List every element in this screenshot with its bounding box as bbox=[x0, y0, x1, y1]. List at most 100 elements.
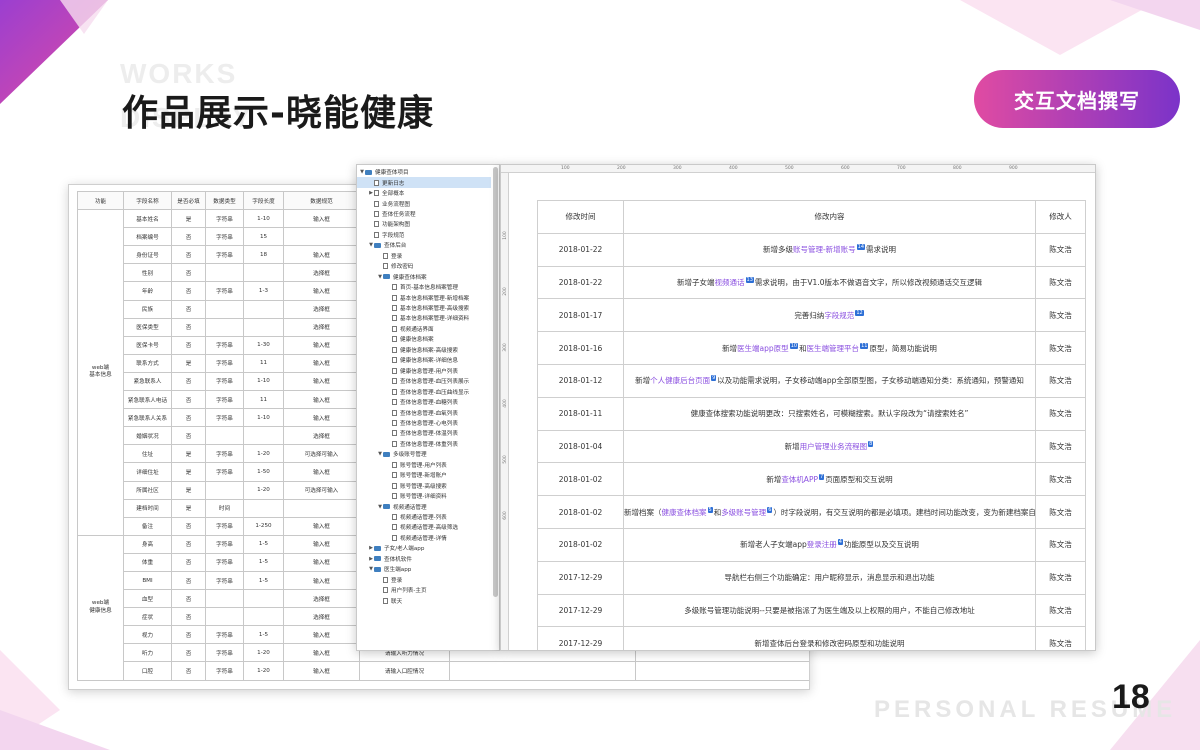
tree-node[interactable]: 功能架构图 bbox=[357, 219, 491, 229]
changelog-link[interactable]: 用户管理业务流程图 bbox=[800, 442, 868, 451]
tree-node[interactable]: ▶ 子女/老人端app bbox=[357, 543, 491, 553]
tree-node[interactable]: 健康信息档案-高级搜索 bbox=[357, 345, 491, 355]
changelog-link[interactable]: 医生端管理平台 bbox=[807, 344, 860, 353]
page-icon bbox=[374, 210, 379, 217]
changelog-link[interactable]: 字段规范 bbox=[824, 311, 854, 320]
tree-node-label: 业务流程图 bbox=[382, 201, 410, 208]
tree-node[interactable]: 更新日志 bbox=[357, 177, 491, 188]
tree-node[interactable]: ▼ 多级账号管理 bbox=[357, 449, 491, 459]
tree-node[interactable]: 基本信息档案管理-新增档案 bbox=[357, 292, 491, 302]
field-spec-cell: 输入框 bbox=[283, 335, 360, 355]
field-spec-cell: 否 bbox=[171, 245, 206, 265]
page-icon bbox=[392, 367, 397, 374]
changelog-date: 2018-01-17 bbox=[537, 298, 624, 333]
footnote-badge: 8 bbox=[868, 440, 874, 447]
field-spec-cell: 年龄 bbox=[123, 281, 172, 301]
page-icon bbox=[392, 482, 397, 489]
tree-node[interactable]: 字段规范 bbox=[357, 230, 491, 240]
tree-node-label: 账号管理-用户列表 bbox=[400, 462, 447, 469]
field-spec-group-label: web端 健康信息 bbox=[77, 534, 124, 681]
changelog-date: 2018-01-12 bbox=[537, 363, 624, 398]
tree-node[interactable]: 查体任务流程 bbox=[357, 209, 491, 219]
tree-node[interactable]: 登录 bbox=[357, 575, 491, 585]
tree-node-label: 查体信息管理-心电列表 bbox=[400, 420, 458, 427]
field-spec-cell: 字符串 bbox=[205, 534, 244, 554]
changelog-text: 新增查体后台登录和修改密码原型和功能说明 bbox=[754, 638, 905, 648]
slide: WORKS DISPLAY 作品展示-晓能健康 交互文档撰写 功能 字段名称 是否必… bbox=[0, 0, 1200, 750]
changelog-link[interactable]: 多级账号管理 bbox=[721, 508, 766, 517]
field-spec-cell: 否 bbox=[171, 552, 206, 572]
tree-node-label: 更新日志 bbox=[382, 180, 405, 187]
tree-node[interactable]: 视频通话管理-详情 bbox=[357, 533, 491, 543]
changelog-author: 陈文浩 bbox=[1035, 626, 1086, 650]
footnote-badge: 10 bbox=[789, 342, 799, 349]
changelog-content: 新增子女端视频通话 13 需求说明，由于V1.0版本不做语音文字，所以修改视频通话交… bbox=[623, 265, 1036, 300]
tree-node[interactable]: ▼ 查体后台 bbox=[357, 240, 491, 250]
field-spec-cell: 1-10 bbox=[243, 371, 284, 392]
tree-node[interactable]: 查体信息管理-体重列表 bbox=[357, 439, 491, 449]
tree-node[interactable]: 业务流程图 bbox=[357, 198, 491, 208]
page-icon bbox=[392, 315, 397, 322]
tree-node[interactable]: ▼ 健康查体项目 bbox=[357, 167, 491, 177]
tree-node[interactable]: 视频通话管理-列表 bbox=[357, 512, 491, 522]
changelog-row: 2018-01-16 新增医生端app原型 10 和医生端管理平台 11 原型，简易功能说… bbox=[537, 331, 1086, 365]
tree-node[interactable]: ▶ 查体机软件 bbox=[357, 554, 491, 564]
field-spec-cell: 否 bbox=[171, 227, 206, 247]
tree-node[interactable]: 视频通话管理-高级筛选 bbox=[357, 522, 491, 532]
field-spec-cell: 是 bbox=[171, 444, 206, 464]
changelog-link[interactable]: 登录注册 bbox=[807, 540, 837, 549]
tree-node[interactable]: 账号管理-详细资料 bbox=[357, 491, 491, 501]
tree-node[interactable]: 修改密码 bbox=[357, 261, 491, 271]
tree-node[interactable]: 健康信息管理-用户列表 bbox=[357, 366, 491, 376]
tree-node[interactable]: 账号管理-新增账户 bbox=[357, 470, 491, 480]
changelog-link[interactable]: 账号管理-新增账号 bbox=[793, 245, 856, 254]
field-spec-cell: 可选择可输入 bbox=[283, 480, 360, 500]
tree-node[interactable]: 查体信息管理-体温列表 bbox=[357, 428, 491, 438]
tree-scrollbar[interactable] bbox=[493, 167, 498, 597]
changelog-link[interactable]: 医生端app原型 bbox=[737, 344, 789, 353]
tree-node[interactable]: 账号管理-用户列表 bbox=[357, 460, 491, 470]
tree-node[interactable]: ▼ 视频通话管理 bbox=[357, 501, 491, 511]
tree-node[interactable]: 首页-基本信息档案管理 bbox=[357, 282, 491, 292]
tree-node[interactable]: 基本信息档案管理-高级搜索 bbox=[357, 303, 491, 313]
tree-node[interactable]: 查体信息管理-血糖列表 bbox=[357, 397, 491, 407]
tree-node[interactable]: 查体信息管理-血压曲线显示 bbox=[357, 386, 491, 396]
field-spec-cell: 是 bbox=[171, 480, 206, 500]
tree-node[interactable]: 基本信息档案管理-详细资料 bbox=[357, 313, 491, 323]
page-icon bbox=[392, 378, 397, 385]
changelog-text: 原型，简易功能说明 bbox=[869, 343, 937, 353]
changelog-link[interactable]: 视频通话 bbox=[715, 278, 745, 287]
page-icon bbox=[392, 305, 397, 312]
group-label-line2: 基本信息 bbox=[89, 372, 112, 379]
ruler-horizontal: 100 200 300 400 500 600 700 800 900 bbox=[501, 165, 1095, 173]
tree-node[interactable]: 登录 bbox=[357, 251, 491, 261]
field-spec-cell: 11 bbox=[243, 390, 284, 410]
field-spec-cell: 输入框 bbox=[283, 371, 360, 392]
tree-node[interactable]: ▼ 健康查体档案 bbox=[357, 272, 491, 282]
tree-node[interactable]: 查体信息管理-血氧列表 bbox=[357, 407, 491, 417]
field-spec-cell: 血型 bbox=[123, 589, 172, 609]
changelog-link[interactable]: 健康查体档案 bbox=[662, 508, 707, 517]
changelog-author: 陈文浩 bbox=[1035, 396, 1086, 431]
field-spec-cell bbox=[243, 317, 284, 337]
tree-node[interactable]: 账号管理-高级搜索 bbox=[357, 481, 491, 491]
tree-node-label: 账号管理-新增账户 bbox=[400, 473, 447, 480]
field-spec-cell: 字符串 bbox=[205, 643, 244, 663]
changelog-link[interactable]: 个人健康后台页面 bbox=[650, 376, 710, 385]
field-spec-cell: 身高 bbox=[123, 534, 172, 554]
tree-node[interactable]: 联天 bbox=[357, 595, 491, 605]
tree-node[interactable]: 查体信息管理-心电列表 bbox=[357, 418, 491, 428]
tree-node[interactable]: 健康信息档案-详细信息 bbox=[357, 355, 491, 365]
tree-node[interactable]: 用户列表-主页 bbox=[357, 585, 491, 595]
tree-node[interactable]: 查体信息管理-血压列表展示 bbox=[357, 376, 491, 386]
page-tree-panel[interactable]: ▼ 健康查体项目更新日志 ▶ 全部概本业务流程图 查体任务流程 功能架构图 字段规范 ▼ 查体后… bbox=[356, 164, 500, 651]
changelog-text: 页面原型和交互说明 bbox=[825, 474, 893, 484]
changelog-text: 新增子女端 bbox=[677, 277, 715, 287]
tree-node[interactable]: ▼ 医生端app bbox=[357, 564, 491, 574]
changelog-link[interactable]: 查体机APP bbox=[781, 475, 818, 484]
tree-node-label: 首页-基本信息档案管理 bbox=[400, 285, 458, 292]
tree-node[interactable]: 健康信息档案 bbox=[357, 334, 491, 344]
tree-node[interactable]: ▶ 全部概本 bbox=[357, 188, 491, 198]
changelog-author: 陈文浩 bbox=[1035, 527, 1086, 562]
tree-node[interactable]: 视频通话界面 bbox=[357, 324, 491, 334]
